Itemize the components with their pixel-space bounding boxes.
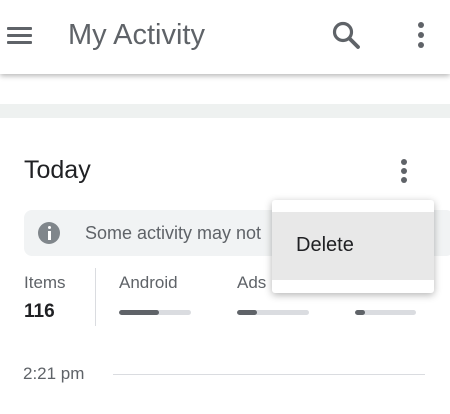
android-bar xyxy=(119,310,191,315)
items-count: 116 xyxy=(24,301,55,322)
android-bar-fill xyxy=(119,310,159,315)
ads-label: Ads xyxy=(237,273,267,292)
page-title: My Activity xyxy=(68,19,205,51)
android-stat[interactable]: Android xyxy=(119,273,178,293)
section-divider xyxy=(0,104,450,118)
product-bar-fill xyxy=(355,310,365,315)
more-vert-icon[interactable] xyxy=(394,156,414,186)
card-title: Today xyxy=(24,156,91,184)
stat-divider xyxy=(95,268,96,326)
items-stat: Items 116 xyxy=(24,273,66,323)
delete-label: Delete xyxy=(296,234,354,256)
menu-icon[interactable] xyxy=(6,25,34,47)
ads-stat[interactable]: Ads xyxy=(237,273,266,293)
info-banner-text: Some activity may not xyxy=(85,223,262,243)
overflow-menu: Delete xyxy=(272,200,434,293)
delete-menu-item[interactable]: Delete xyxy=(272,212,434,280)
time-label: 2:21 pm xyxy=(23,364,85,383)
product-bar xyxy=(355,310,416,315)
search-icon[interactable] xyxy=(330,19,362,51)
ads-bar xyxy=(237,310,309,315)
header-strip xyxy=(0,74,450,104)
app-bar: My Activity xyxy=(0,0,450,74)
items-label: Items xyxy=(24,273,66,292)
time-divider xyxy=(113,374,425,375)
ads-bar-fill xyxy=(237,310,258,315)
more-vert-icon[interactable] xyxy=(411,20,431,50)
android-label: Android xyxy=(119,273,178,292)
info-icon xyxy=(38,222,60,244)
